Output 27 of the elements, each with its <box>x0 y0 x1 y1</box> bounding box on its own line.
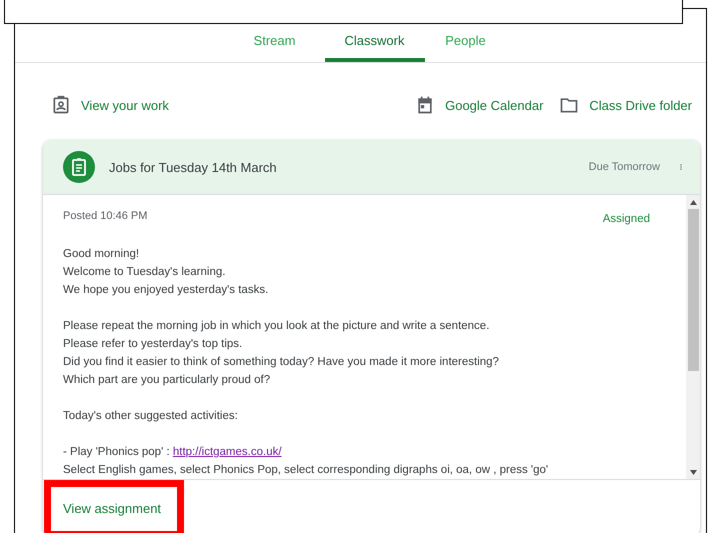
assignment-title: Jobs for Tuesday 14th March <box>109 160 278 174</box>
due-date: Due Tomorrow <box>588 161 660 173</box>
posted-time: Posted 10:46 PM <box>63 210 148 222</box>
ictgames-link[interactable]: http://ictgames.co.uk/ <box>172 446 282 458</box>
body-text: We hope you enjoyed yesterday's tasks. <box>63 284 268 296</box>
body-text: Select English games, select Phonics Pop, select corresponding digraphs oi, oa, ow , press 'go' <box>63 464 548 476</box>
scrollbar[interactable] <box>686 195 700 479</box>
body-text: Please refer to yesterday's top tips. <box>63 338 242 350</box>
class-drive-folder-link[interactable]: Class Drive folder <box>559 95 692 115</box>
assignment-icon <box>63 151 95 183</box>
tab[interactable]: Stream <box>224 29 324 62</box>
status-text: Assigned <box>602 213 650 225</box>
tab[interactable]: Classwork <box>324 29 424 62</box>
body-text: Which part are you particularly proud of? <box>63 374 270 386</box>
view-your-work-link[interactable]: View your work <box>51 95 169 115</box>
body-text: - Play 'Phonics pop' : <box>63 446 171 458</box>
body-text: Did you find it easier to think of something today? Have you made it more interesting? <box>63 356 499 368</box>
body-text: Good morning! <box>63 248 140 260</box>
scroll-down-icon[interactable] <box>690 470 696 475</box>
body-text: Welcome to Tuesday's learning. <box>63 266 226 278</box>
scroll-up-icon[interactable] <box>690 200 696 205</box>
body-text: Today's other suggested activities: <box>63 410 238 422</box>
view-assignment-link[interactable]: View assignment <box>63 500 162 516</box>
id-badge-icon <box>51 95 71 115</box>
google-calendar-link[interactable]: Google Calendar <box>415 95 544 115</box>
body-text: Please repeat the morning job in which you look at the picture and write a sentence. <box>63 320 490 332</box>
tab[interactable]: People <box>424 29 506 62</box>
